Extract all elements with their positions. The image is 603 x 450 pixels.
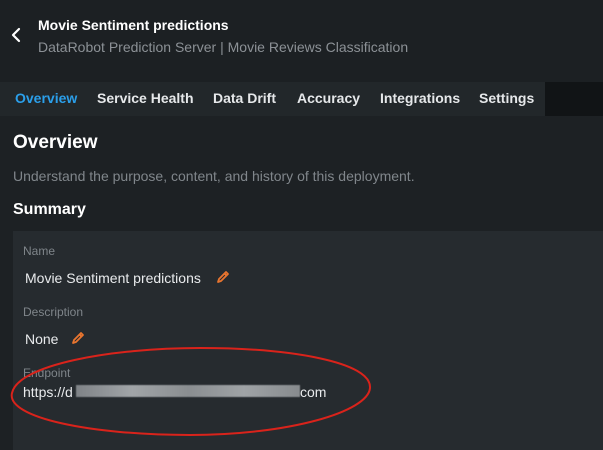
chevron-left-icon bbox=[11, 27, 21, 43]
page-description: Understand the purpose, content, and his… bbox=[13, 168, 415, 184]
deployment-tabs: Overview Service Health Data Drift Accur… bbox=[0, 82, 603, 116]
tab-integrations[interactable]: Integrations bbox=[380, 90, 460, 106]
deployment-header: Movie Sentiment predictions DataRobot Pr… bbox=[0, 0, 603, 82]
endpoint-suffix: com bbox=[300, 384, 327, 400]
tab-accuracy[interactable]: Accuracy bbox=[297, 90, 360, 106]
description-value: None bbox=[25, 331, 59, 347]
endpoint-redacted-bar bbox=[76, 385, 300, 397]
pencil-icon bbox=[217, 271, 229, 283]
description-label: Description bbox=[23, 305, 84, 319]
summary-card bbox=[13, 231, 603, 450]
tab-overview[interactable]: Overview bbox=[15, 90, 77, 106]
name-label: Name bbox=[23, 244, 56, 258]
summary-heading: Summary bbox=[13, 201, 86, 218]
deployment-subtitle: DataRobot Prediction Server | Movie Revi… bbox=[38, 39, 409, 55]
tab-data-drift[interactable]: Data Drift bbox=[213, 90, 276, 106]
edit-name-button[interactable] bbox=[216, 270, 230, 284]
tab-service-health[interactable]: Service Health bbox=[97, 90, 194, 106]
back-button[interactable] bbox=[6, 25, 26, 45]
page-title: Overview bbox=[13, 132, 98, 153]
endpoint-label: Endpoint bbox=[23, 366, 71, 380]
name-value: Movie Sentiment predictions bbox=[25, 270, 201, 286]
deployment-overview-page: Movie Sentiment predictions DataRobot Pr… bbox=[0, 0, 603, 450]
edit-description-button[interactable] bbox=[71, 331, 85, 345]
endpoint-prefix: https://d bbox=[23, 384, 73, 400]
tab-strip: Overview Service Health Data Drift Accur… bbox=[0, 82, 545, 116]
pencil-icon bbox=[72, 332, 84, 344]
deployment-title: Movie Sentiment predictions bbox=[38, 17, 229, 33]
tab-settings[interactable]: Settings bbox=[479, 90, 534, 106]
